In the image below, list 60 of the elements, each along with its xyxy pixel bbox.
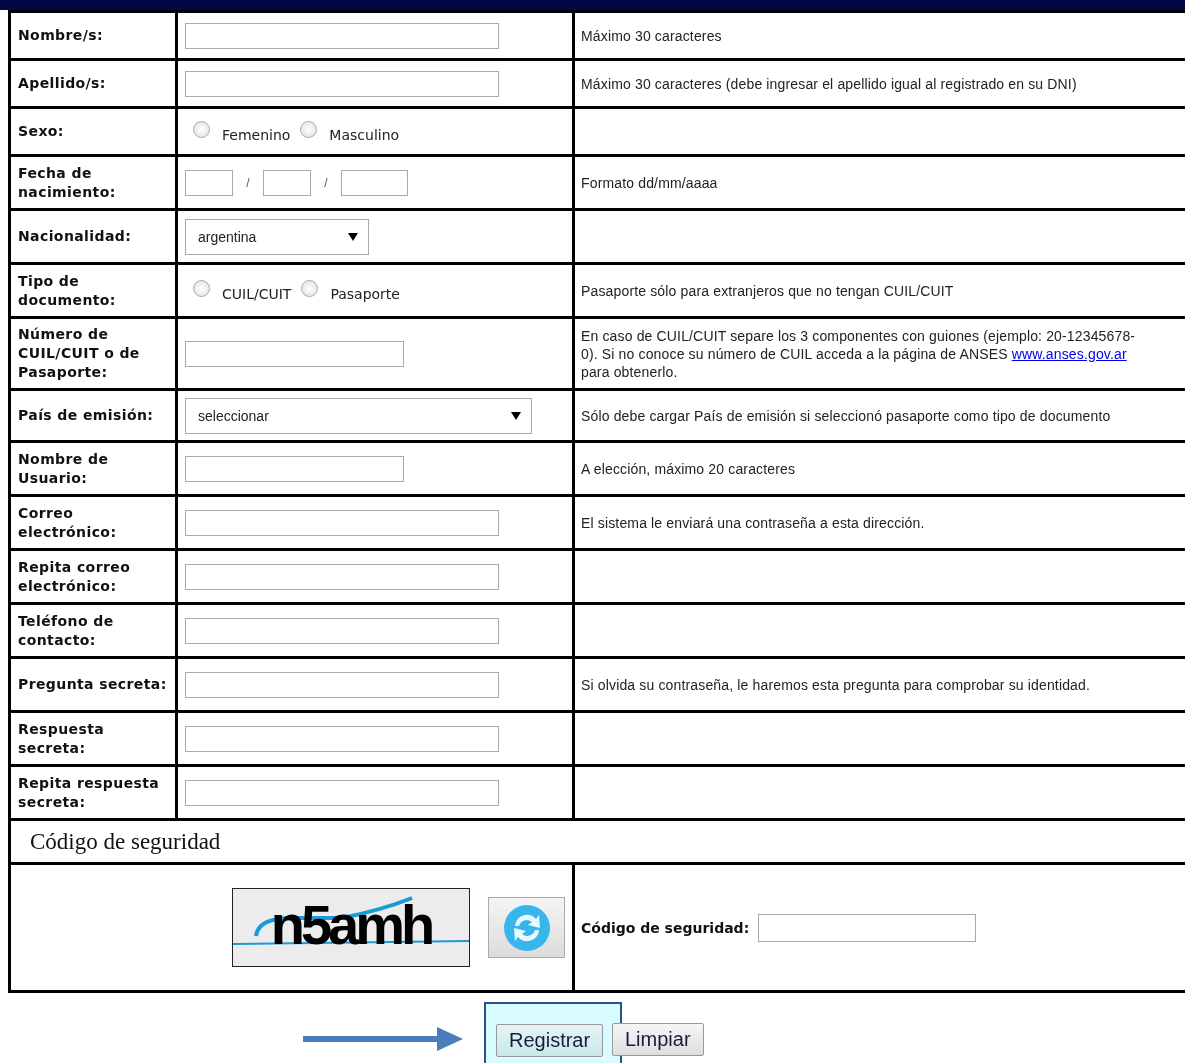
field-label: Número de CUIL/CUIT o de Pasaporte: [18,326,140,380]
radio-label[interactable]: Masculino [329,126,400,143]
help-text: A elección, máximo 20 caracteres [581,459,797,478]
radio-button[interactable] [193,279,210,297]
dropdown[interactable]: seleccionar [185,397,532,434]
text-field[interactable] [185,455,404,482]
radio-label[interactable]: CUIL/CUIT [222,285,292,302]
field-label: Teléfono de contacto: [18,612,114,648]
help-text: Formato dd/mm/aaaa [581,173,719,192]
register-button[interactable]: Registrar [496,1024,604,1057]
text-field[interactable] [185,563,499,590]
field-label: País de emisión: [18,407,154,423]
field-label: Tipo de documento: [18,272,116,308]
field-label: Apellido/s: [18,75,106,91]
radio-label[interactable]: Pasaporte [330,285,400,302]
radio-label[interactable]: Femenino [222,126,291,143]
field-label: Nacionalidad: [18,228,132,244]
text-field[interactable] [185,340,404,367]
year-field[interactable] [341,169,408,196]
text-field[interactable] [185,509,499,536]
date-separator: / [245,175,251,190]
radio-button[interactable] [193,120,210,138]
refresh-icon [502,903,551,952]
date-separator: / [323,175,329,190]
field-label: Sexo: [18,123,64,139]
text-field[interactable] [185,671,499,698]
clear-button[interactable]: Limpiar [612,1023,704,1056]
help-text: Máximo 30 caracteres [581,26,723,45]
text-field[interactable] [185,70,499,97]
radio-button[interactable] [300,120,318,138]
security-code-field[interactable] [758,913,977,942]
field-label: Repita respuesta secreta: [18,774,160,810]
help-text: Pasaporte sólo para extranjeros que no tengan CUIL/CUIT [581,281,955,300]
field-label: Repita correo electrónico: [18,558,131,594]
radio-button[interactable] [301,279,319,297]
field-label: Código de seguridad: [581,919,750,936]
field-label: Nombre/s: [18,27,103,43]
field-label: Pregunta secreta: [18,676,167,692]
text-field[interactable] [185,22,499,49]
field-label: Respuesta secreta: [18,720,105,756]
help-text: Sólo debe cargar País de emisión si seleccionó pasaporte como tipo de documento [581,406,1112,425]
help-text: En caso de CUIL/CUIT separe los 3 componentes con guiones (ejemplo: 20-12345678-0). Si no conoce su número de CUIL acceda a la página de ANSES www.anses.gov.ar para obtenerlo. [581,326,1137,381]
caret-icon [511,411,521,420]
caret-icon [348,232,358,241]
refresh-button[interactable] [488,897,565,958]
field-label: Fecha de nacimiento: [18,164,116,200]
day-field[interactable] [185,169,233,196]
help-text: Máximo 30 caracteres (debe ingresar el apellido igual al registrado en su DNI) [581,74,1078,93]
arrow-icon [303,1026,463,1052]
text-field[interactable] [185,725,499,752]
anses-link[interactable]: www.anses.gov.ar [1011,345,1127,362]
field-label: Correo electrónico: [18,504,117,540]
month-field[interactable] [263,169,311,196]
help-text: El sistema le enviará una contraseña a esta dirección. [581,513,926,532]
text-field[interactable] [185,617,499,644]
section-title: Código de seguridad [29,828,221,854]
field-label: Nombre de Usuario: [18,450,109,486]
text-field[interactable] [185,779,499,806]
dropdown[interactable]: argentina [185,218,369,255]
help-text: Si olvida su contraseña, le haremos esta pregunta para comprobar su identidad. [581,675,1091,694]
